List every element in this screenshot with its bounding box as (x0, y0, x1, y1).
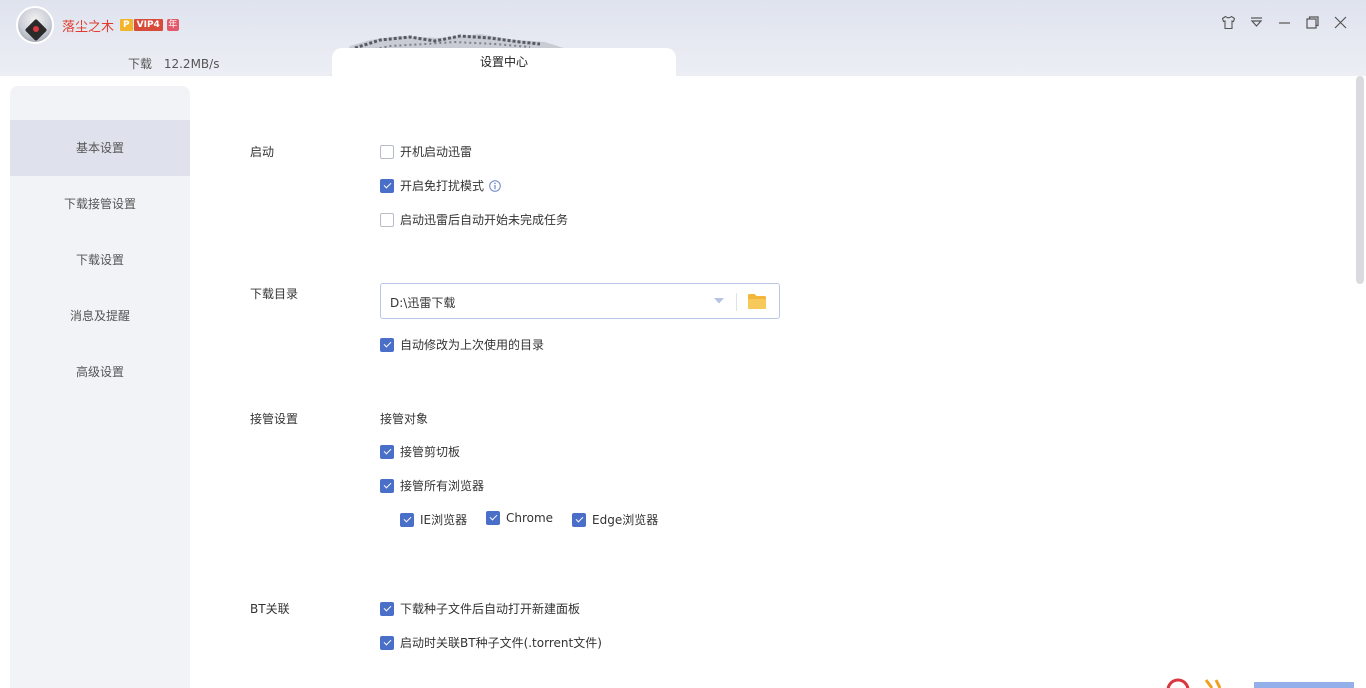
info-icon[interactable] (489, 179, 501, 192)
sidebar-item-label: 下载设置 (75, 253, 124, 267)
restore-icon[interactable] (1305, 15, 1320, 30)
tab-download[interactable]: 下载 12.2MB/s (128, 55, 219, 72)
bt-auto-open-label: 下载种子文件后自动打开新建面板 (400, 602, 581, 616)
bt-auto-open-option[interactable]: 下载种子文件后自动打开新建面板 (380, 600, 580, 617)
settings-sidebar: 基本设置 下载接管设置 下载设置 消息及提醒 高级设置 (10, 86, 190, 688)
bt-associate-checkbox[interactable] (380, 635, 394, 650)
browser-edge-label: Edge浏览器 (592, 513, 659, 527)
download-dir-select[interactable]: D:\迅雷下载 (380, 283, 780, 319)
auto-modify-dir-checkbox[interactable] (380, 337, 394, 352)
section-bt-label: BT关联 (250, 602, 290, 616)
auto-resume-label: 启动迅雷后自动开始未完成任务 (400, 213, 569, 227)
auto-modify-dir-option[interactable]: 自动修改为上次使用的目录 (380, 336, 544, 353)
auto-resume-option[interactable]: 启动迅雷后自动开始未完成任务 (380, 211, 568, 228)
tab-download-label: 下载 (128, 57, 153, 71)
section-takeover-label: 接管设置 (250, 412, 299, 426)
takeover-clipboard-checkbox[interactable] (380, 444, 394, 459)
window-controls (1221, 15, 1348, 30)
browser-chrome-checkbox[interactable] (486, 511, 500, 525)
skin-icon[interactable] (1221, 15, 1236, 30)
do-not-disturb-checkbox[interactable] (380, 178, 394, 193)
menu-icon[interactable] (1249, 15, 1264, 30)
tab-settings-center[interactable]: 设置中心 (332, 48, 676, 76)
folder-icon[interactable] (747, 293, 767, 310)
settings-content (0, 76, 1366, 688)
startup-on-boot-checkbox[interactable] (380, 144, 394, 159)
takeover-target-heading: 接管对象 (380, 412, 429, 426)
do-not-disturb-label: 开启免打扰模式 (400, 179, 485, 193)
sidebar-item-label: 消息及提醒 (69, 309, 130, 323)
close-icon[interactable] (1333, 15, 1348, 30)
takeover-clipboard-label: 接管剪切板 (400, 445, 461, 459)
premium-badge: P (120, 19, 133, 31)
divider (736, 293, 737, 311)
sidebar-item-notifications[interactable]: 消息及提醒 (10, 288, 190, 344)
browser-ie-checkbox[interactable] (400, 512, 414, 527)
takeover-clipboard-option[interactable]: 接管剪切板 (380, 443, 460, 460)
startup-on-boot-label: 开机启动迅雷 (400, 145, 473, 159)
section-startup-label: 启动 (250, 145, 275, 159)
username[interactable]: 落尘之木 (62, 16, 114, 35)
annual-badge: 年 (166, 19, 179, 31)
takeover-all-browsers-label: 接管所有浏览器 (400, 479, 485, 493)
bt-auto-open-checkbox[interactable] (380, 601, 394, 616)
sidebar-item-download-takeover[interactable]: 下载接管设置 (10, 176, 190, 232)
bt-associate-label: 启动时关联BT种子文件(.torrent文件) (400, 636, 602, 650)
tab-settings-label: 设置中心 (479, 55, 528, 69)
title-bar: 落尘之木 P VIP4 年 下载 12.2MB/s 设置中心 (0, 0, 1366, 76)
browser-chrome-label: Chrome (506, 511, 554, 525)
browser-edge-option[interactable]: Edge浏览器 (572, 511, 658, 528)
sidebar-item-label: 基本设置 (75, 141, 124, 155)
startup-on-boot-option[interactable]: 开机启动迅雷 (380, 143, 472, 160)
section-download-dir-label: 下载目录 (250, 287, 299, 301)
watermark-logo (1166, 678, 1354, 688)
sidebar-item-basic[interactable]: 基本设置 (10, 120, 190, 176)
auto-resume-checkbox[interactable] (380, 212, 394, 227)
sidebar-item-advanced[interactable]: 高级设置 (10, 344, 190, 400)
minimize-icon[interactable] (1277, 15, 1292, 30)
download-speed: 12.2MB/s (163, 57, 220, 71)
sidebar-item-download[interactable]: 下载设置 (10, 232, 190, 288)
user-profile[interactable]: 落尘之木 P VIP4 年 (16, 6, 179, 44)
bt-associate-option[interactable]: 启动时关联BT种子文件(.torrent文件) (380, 634, 602, 651)
browser-chrome-option[interactable]: Chrome (486, 511, 553, 525)
takeover-all-browsers-checkbox[interactable] (380, 478, 394, 493)
scrollbar-thumb[interactable] (1356, 76, 1364, 284)
browser-ie-option[interactable]: IE浏览器 (400, 511, 467, 528)
browser-ie-label: IE浏览器 (420, 513, 468, 527)
vip-level-badge: VIP4 (133, 19, 163, 31)
download-dir-value[interactable]: D:\迅雷下载 (390, 294, 455, 311)
avatar[interactable] (16, 6, 54, 44)
sidebar-item-label: 下载接管设置 (63, 197, 136, 211)
browser-edge-checkbox[interactable] (572, 512, 586, 527)
chevron-down-icon[interactable] (713, 297, 725, 305)
auto-modify-dir-label: 自动修改为上次使用的目录 (400, 338, 545, 352)
sidebar-item-label: 高级设置 (75, 365, 124, 379)
do-not-disturb-option[interactable]: 开启免打扰模式 (380, 177, 501, 194)
takeover-all-browsers-option[interactable]: 接管所有浏览器 (380, 477, 484, 494)
